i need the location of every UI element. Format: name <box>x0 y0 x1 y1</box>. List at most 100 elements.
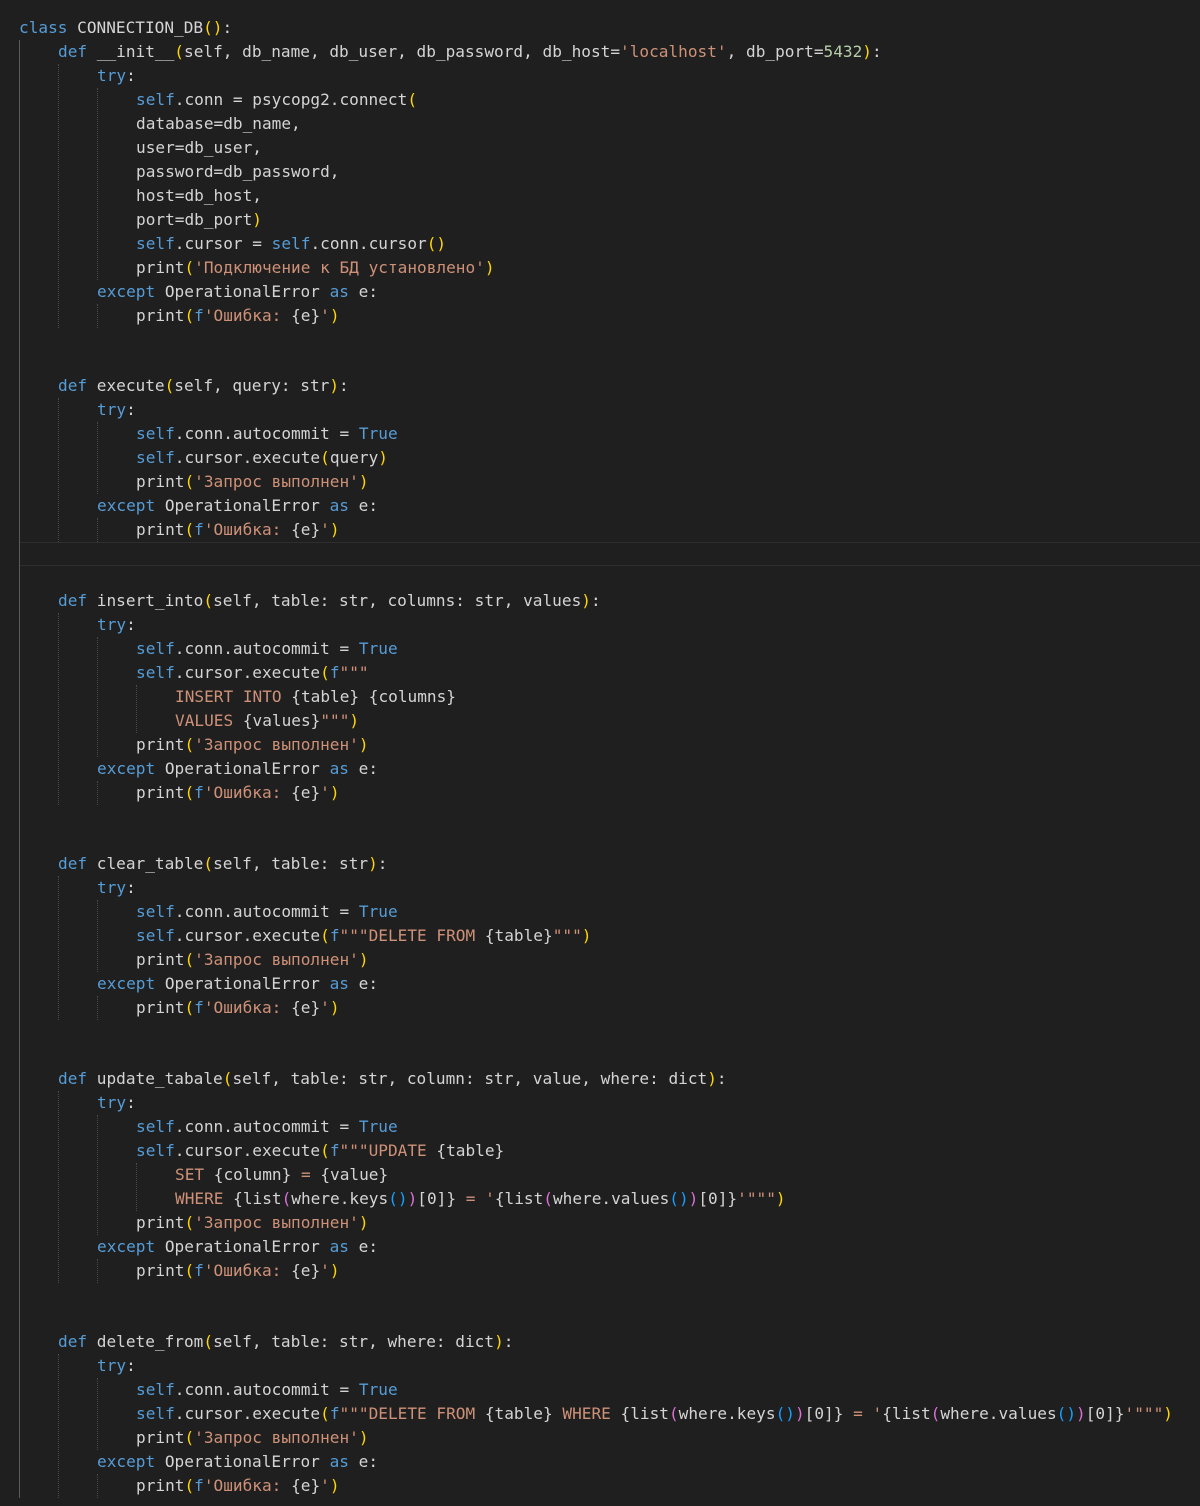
code-token: self, table: str, where: dict <box>213 1332 495 1351</box>
code-line[interactable]: except OperationalError as e: <box>19 757 378 781</box>
code-line[interactable]: print('Запрос выполнен') <box>19 1211 369 1235</box>
code-line[interactable]: def clear_table(self, table: str): <box>19 852 388 876</box>
code-token: f <box>194 520 204 539</box>
code-token: {list <box>882 1404 931 1423</box>
code-line[interactable]: print(f'Ошибка: {e}') <box>19 304 340 328</box>
code-line[interactable]: print('Подключение к БД установлено') <box>19 256 495 280</box>
code-line[interactable]: print(f'Ошибка: {e}') <box>19 518 340 542</box>
code-token: def <box>58 42 88 61</box>
code-line[interactable]: self.cursor.execute(f"""UPDATE {table} <box>19 1139 504 1163</box>
code-line[interactable]: def insert_into(self, table: str, column… <box>19 589 601 613</box>
code-line[interactable]: def delete_from(self, table: str, where:… <box>19 1330 513 1354</box>
code-token: () <box>775 1404 795 1423</box>
code-line[interactable]: self.conn.autocommit = True <box>19 1378 398 1402</box>
code-token: WHERE <box>552 1404 621 1423</box>
code-line[interactable]: except OperationalError as e: <box>19 494 378 518</box>
code-token: self, query: str <box>174 376 330 395</box>
code-line[interactable]: class CONNECTION_DB(): <box>19 16 232 40</box>
code-line[interactable]: self.conn = psycopg2.connect( <box>19 88 417 112</box>
code-line[interactable]: except OperationalError as e: <box>19 972 378 996</box>
code-line[interactable]: port=db_port) <box>19 208 262 232</box>
code-token: ) <box>358 735 369 754</box>
code-line[interactable]: self.conn.autocommit = True <box>19 637 398 661</box>
code-line[interactable]: except OperationalError as e: <box>19 1235 378 1259</box>
code-token: True <box>358 1117 398 1136</box>
code-line[interactable]: INSERT INTO {table} {columns} <box>19 685 456 709</box>
code-token: print <box>136 306 185 325</box>
code-line[interactable]: try: <box>19 1354 136 1378</box>
code-line[interactable]: print('Запрос выполнен') <box>19 470 369 494</box>
code-token: 'Запрос выполнен' <box>194 1213 359 1232</box>
code-token: {table} <box>436 1141 505 1160</box>
code-token: OperationalError <box>155 496 330 515</box>
code-line[interactable]: database=db_name, <box>19 112 301 136</box>
code-line[interactable]: print(f'Ошибка: {e}') <box>19 1259 340 1283</box>
code-token: ) <box>329 1261 340 1280</box>
code-token: CONNECTION_DB <box>67 18 204 37</box>
code-token: print <box>136 472 185 491</box>
code-token: print <box>136 950 185 969</box>
code-line[interactable]: print('Запрос выполнен') <box>19 733 369 757</box>
code-line[interactable]: self.cursor.execute(f"""DELETE FROM {tab… <box>19 1402 1173 1426</box>
code-line[interactable]: except OperationalError as e: <box>19 280 378 304</box>
code-token: True <box>358 424 398 443</box>
code-token: self <box>136 1117 175 1136</box>
code-token: '""" <box>737 1189 776 1208</box>
code-token: as <box>329 496 349 515</box>
code-token: .cursor.execute <box>174 663 321 682</box>
code-token: ) <box>329 376 340 395</box>
code-token: ( <box>407 90 418 109</box>
code-line[interactable]: def __init__(self, db_name, db_user, db_… <box>19 40 882 64</box>
code-token: OperationalError <box>155 759 330 778</box>
code-line[interactable]: self.cursor.execute(f""" <box>19 661 369 685</box>
code-line[interactable]: try: <box>19 876 136 900</box>
code-line[interactable]: try: <box>19 64 136 88</box>
code-token: INSERT INTO <box>175 687 292 706</box>
code-line[interactable]: password=db_password, <box>19 160 339 184</box>
code-line[interactable]: print(f'Ошибка: {e}') <box>19 1474 340 1498</box>
code-token: ) <box>688 1189 699 1208</box>
code-line[interactable]: print('Запрос выполнен') <box>19 948 369 972</box>
code-line[interactable]: self.conn.autocommit = True <box>19 422 398 446</box>
code-line[interactable]: print(f'Ошибка: {e}') <box>19 996 340 1020</box>
code-line[interactable]: self.conn.autocommit = True <box>19 900 398 924</box>
code-line[interactable]: def execute(self, query: str): <box>19 374 349 398</box>
code-line[interactable]: print(f'Ошибка: {e}') <box>19 781 340 805</box>
code-token: e: <box>348 759 379 778</box>
code-token: .conn.autocommit = <box>174 902 359 921</box>
code-line[interactable]: self.cursor.execute(query) <box>19 446 388 470</box>
code-token: """UPDATE <box>339 1141 437 1160</box>
code-line[interactable]: SET {column} = {value} <box>19 1163 388 1187</box>
code-line[interactable]: def update_tabale(self, table: str, colu… <box>19 1067 727 1091</box>
code-line[interactable]: self.cursor = self.conn.cursor() <box>19 232 446 256</box>
code-line[interactable]: try: <box>19 398 136 422</box>
code-token: : <box>872 42 882 61</box>
code-token: f <box>194 306 204 325</box>
code-token: ( <box>320 663 330 682</box>
code-line[interactable]: self.conn.autocommit = True <box>19 1115 398 1139</box>
code-token: self <box>136 639 175 658</box>
code-token: ) <box>1076 1404 1086 1423</box>
code-token: True <box>358 902 398 921</box>
code-token: ) <box>581 926 592 945</box>
code-line[interactable]: VALUES {values}""") <box>19 709 359 733</box>
code-token: {list <box>494 1189 544 1208</box>
code-token: .conn.autocommit = <box>174 1380 359 1399</box>
code-line[interactable]: self.cursor.execute(f"""DELETE FROM {tab… <box>19 924 591 948</box>
code-token: ) <box>358 1213 369 1232</box>
code-line[interactable]: WHERE {list(where.keys())[0]} = '{list(w… <box>19 1187 786 1211</box>
code-line[interactable]: user=db_user, <box>19 136 262 160</box>
code-editor[interactable]: class CONNECTION_DB(): def __init__(self,… <box>0 0 1200 1506</box>
code-line[interactable]: try: <box>19 1091 136 1115</box>
code-token: : <box>126 878 136 897</box>
code-line[interactable]: except OperationalError as e: <box>19 1450 378 1474</box>
code-token: self <box>136 1380 175 1399</box>
code-line[interactable]: print('Запрос выполнен') <box>19 1426 369 1450</box>
code-line[interactable]: host=db_host, <box>19 184 262 208</box>
code-token: ' <box>320 520 330 539</box>
code-token: ) <box>775 1189 786 1208</box>
code-line[interactable]: try: <box>19 613 136 637</box>
code-token: {e} <box>291 1261 321 1280</box>
code-token: 'Запрос выполнен' <box>194 472 359 491</box>
code-token: .conn = psycopg2.connect <box>174 90 408 109</box>
